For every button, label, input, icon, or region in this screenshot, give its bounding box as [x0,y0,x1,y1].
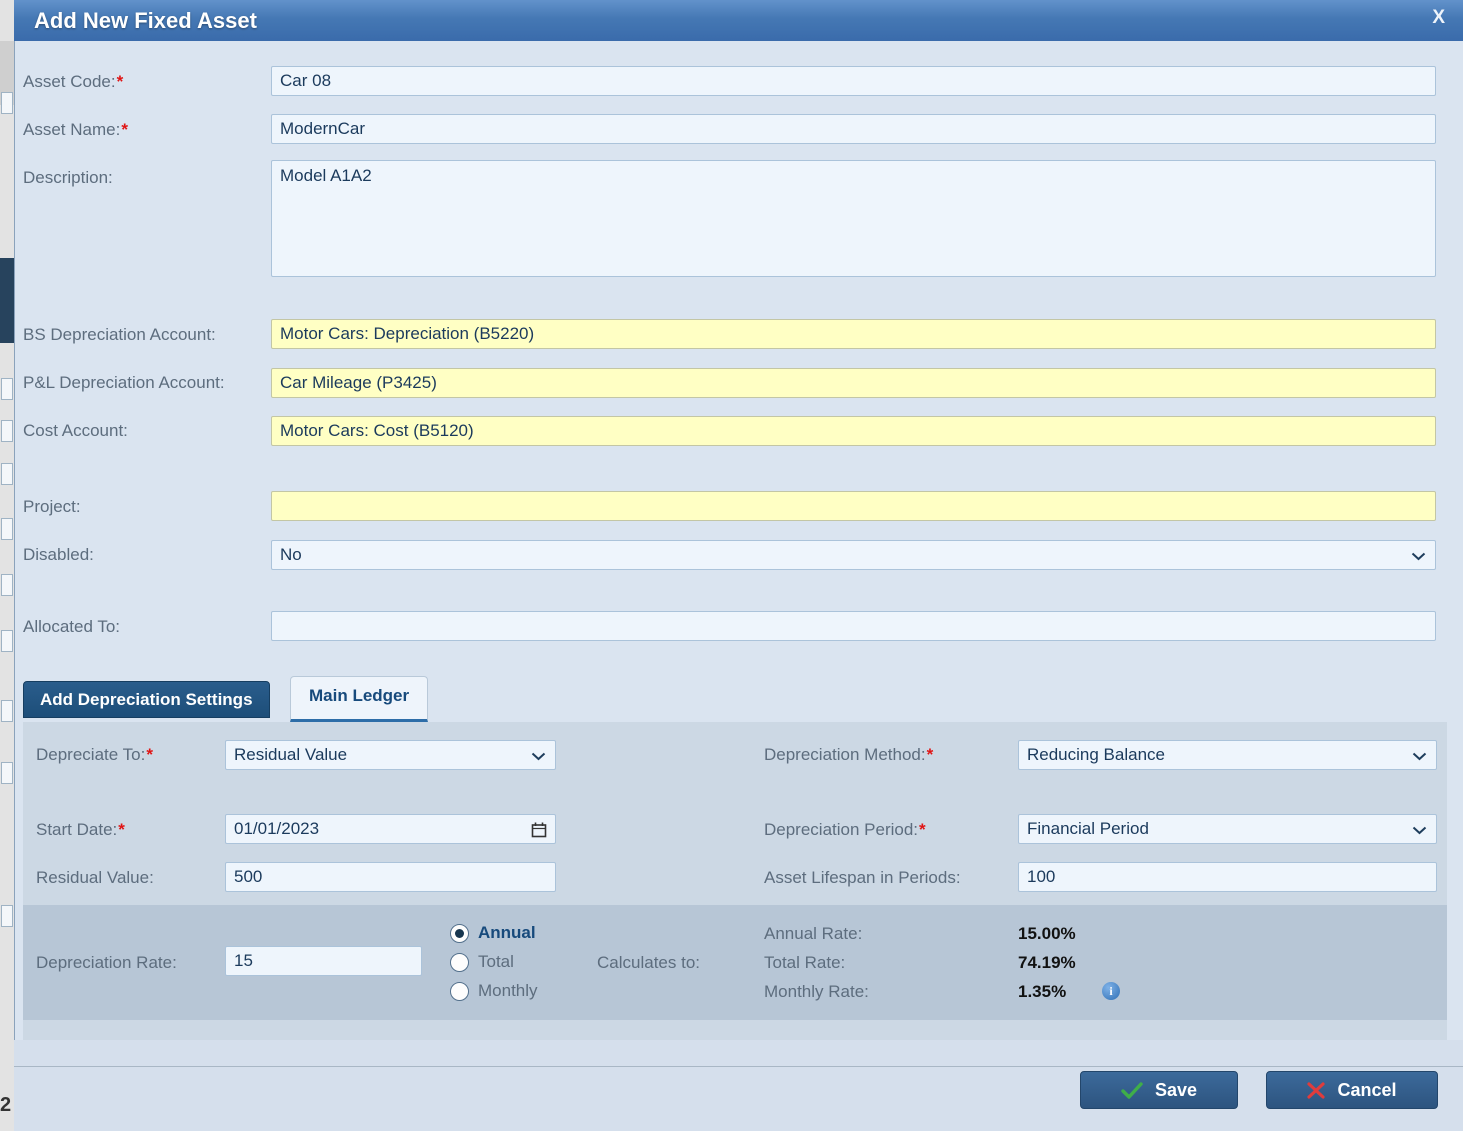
bs-depreciation-account-input[interactable] [271,319,1436,349]
background-field-fragment [1,905,13,927]
chevron-down-icon [1412,826,1427,835]
radio-total[interactable]: Total [450,952,514,972]
radio-monthly[interactable]: Monthly [450,981,538,1001]
background-field-fragment [1,700,13,722]
asset-name-input[interactable] [271,114,1436,144]
screen: 2 Add New Fixed Asset X Asset Code:* Ass… [0,0,1463,1131]
disabled-label: Disabled: [23,545,94,565]
description-label: Description: [23,168,113,188]
depreciate-to-select[interactable]: Residual Value [225,740,556,770]
required-asterisk: * [118,820,125,839]
radio-button-icon[interactable] [450,953,469,972]
cost-account-label: Cost Account: [23,421,128,441]
asset-code-input[interactable] [271,66,1436,96]
background-field-fragment [1,762,13,784]
background-field-fragment [1,574,13,596]
save-button[interactable]: Save [1080,1071,1238,1109]
project-label: Project: [23,497,81,517]
description-input[interactable]: Model A1A2 [271,160,1436,277]
background-field-fragment [1,463,13,485]
asset-lifespan-label: Asset Lifespan in Periods: [764,868,961,888]
check-icon [1121,1082,1143,1099]
annual-rate-label: Annual Rate: [764,924,862,944]
allocated-to-label: Allocated To: [23,617,120,637]
required-asterisk: * [121,120,128,139]
tab-main-ledger[interactable]: Main Ledger [290,676,428,722]
dialog-title: Add New Fixed Asset [34,8,257,34]
start-date-input[interactable]: 01/01/2023 [225,814,556,844]
start-date-label: Start Date:* [36,820,125,840]
asset-code-label: Asset Code:* [23,72,123,92]
chevron-down-icon [1412,752,1427,761]
total-rate-value: 74.19% [1018,953,1076,973]
dialog-titlebar: Add New Fixed Asset X [14,0,1463,41]
background-header-fragment [0,258,14,343]
background-field-fragment [1,378,13,400]
radio-annual[interactable]: Annual [450,923,536,943]
required-asterisk: * [919,820,926,839]
chevron-down-icon [531,752,546,761]
tab-add-depreciation-settings[interactable]: Add Depreciation Settings [23,681,270,718]
required-asterisk: * [117,72,124,91]
asset-lifespan-input[interactable] [1018,862,1437,892]
monthly-rate-label: Monthly Rate: [764,982,869,1002]
disabled-select[interactable]: No [271,540,1436,570]
depreciation-rate-input[interactable] [225,946,422,976]
background-field-fragment [1,518,13,540]
depreciation-period-select[interactable]: Financial Period [1018,814,1437,844]
info-icon[interactable]: i [1102,982,1120,1000]
bs-depreciation-account-label: BS Depreciation Account: [23,325,216,345]
depreciate-to-label: Depreciate To:* [36,745,153,765]
dialog-footer [14,1040,1463,1131]
calculates-to-label: Calculates to: [597,953,700,973]
asset-name-label: Asset Name:* [23,120,128,140]
required-asterisk: * [927,745,934,764]
background-field-fragment [1,420,13,442]
radio-button-icon[interactable] [450,982,469,1001]
cost-account-input[interactable] [271,416,1436,446]
depreciation-method-label: Depreciation Method:* [764,745,933,765]
project-input[interactable] [271,491,1436,521]
footer-divider [14,1066,1463,1067]
depreciation-period-label: Depreciation Period:* [764,820,926,840]
depreciation-method-select[interactable]: Reducing Balance [1018,740,1437,770]
background-page: 2 [0,0,14,1131]
allocated-to-input[interactable] [271,611,1436,641]
background-field-fragment [1,630,13,652]
residual-value-input[interactable] [225,862,556,892]
x-icon [1307,1082,1325,1099]
total-rate-label: Total Rate: [764,953,845,973]
background-field-fragment [1,92,13,114]
background-page-number: 2 [0,1094,14,1117]
monthly-rate-value: 1.35% [1018,982,1066,1002]
radio-button-icon[interactable] [450,924,469,943]
close-icon[interactable]: X [1426,7,1451,29]
cancel-button[interactable]: Cancel [1266,1071,1438,1109]
pl-depreciation-account-label: P&L Depreciation Account: [23,373,225,393]
annual-rate-value: 15.00% [1018,924,1076,944]
pl-depreciation-account-input[interactable] [271,368,1436,398]
chevron-down-icon [1411,552,1426,561]
calendar-icon[interactable] [531,822,547,838]
required-asterisk: * [146,745,153,764]
depreciation-rate-label: Depreciation Rate: [36,953,177,973]
residual-value-label: Residual Value: [36,868,154,888]
